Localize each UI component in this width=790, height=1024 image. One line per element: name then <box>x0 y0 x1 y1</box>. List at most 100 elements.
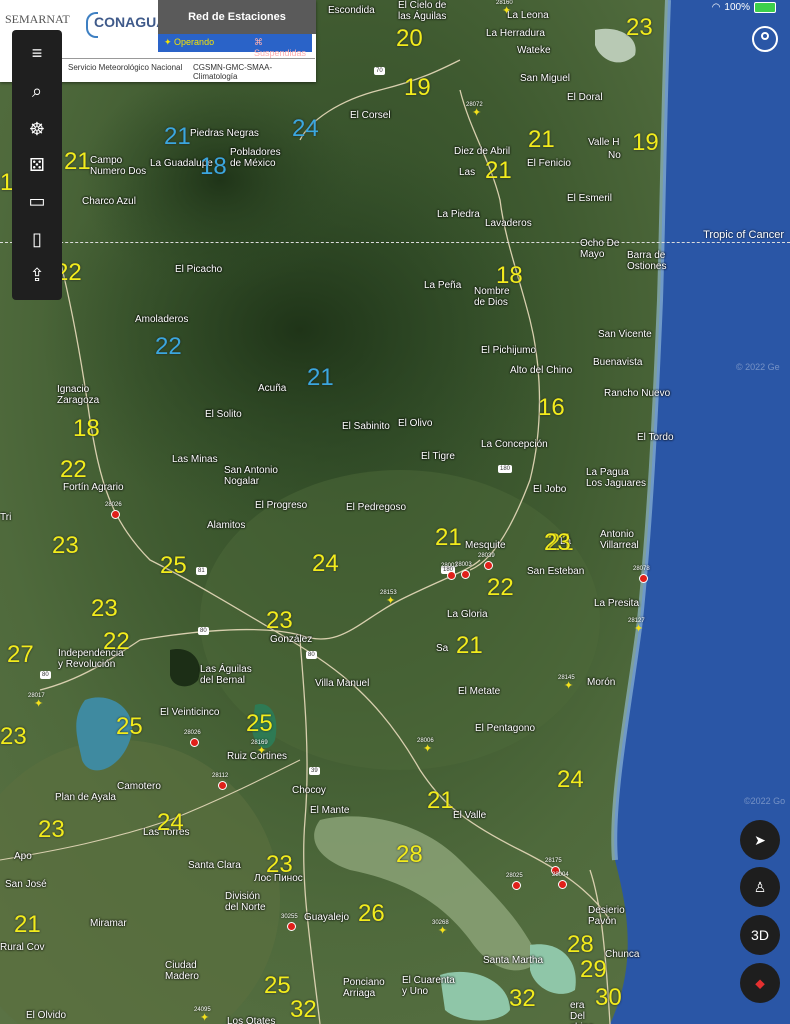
pegman-button[interactable]: ♙ <box>740 867 780 907</box>
temperature-label[interactable]: 21 <box>485 159 512 183</box>
suspended-station-marker[interactable] <box>111 510 120 519</box>
temperature-label[interactable]: 21 <box>427 789 454 813</box>
suspended-station-marker[interactable] <box>639 574 648 583</box>
temperature-label[interactable]: 25 <box>246 712 273 736</box>
temperature-label[interactable]: 21 <box>164 125 191 149</box>
place-label: Alto del Chino <box>510 365 573 376</box>
place-label: El Pedregoso <box>346 502 407 513</box>
place-label: El Picacho <box>175 264 223 275</box>
temperature-label[interactable]: 24 <box>157 811 184 835</box>
search-icon[interactable]: ⌕ <box>24 78 50 104</box>
place-label: No <box>608 150 621 161</box>
operating-station-marker[interactable]: ✦ <box>472 108 481 119</box>
temperature-label[interactable]: 29 <box>580 958 607 982</box>
temperature-label[interactable]: 22 <box>155 335 182 359</box>
temperature-label[interactable]: 22 <box>487 576 514 600</box>
screenshot-icon[interactable]: ▯ <box>24 226 50 252</box>
highway-shield: 39 <box>309 767 320 775</box>
temperature-label[interactable]: 19 <box>404 76 431 100</box>
place-label: Camotero <box>117 781 161 792</box>
place-label: El Progreso <box>255 500 308 511</box>
temperature-label[interactable]: 19 <box>632 131 659 155</box>
suspended-station-marker[interactable] <box>512 881 521 890</box>
suspended-station-marker[interactable] <box>287 922 296 931</box>
operating-station-marker[interactable]: ✦ <box>634 624 643 635</box>
temperature-label[interactable]: 28 <box>567 933 594 957</box>
temperature-label[interactable]: 21 <box>64 150 91 174</box>
place-label: Mesquite <box>465 540 506 551</box>
compass-button[interactable]: ⬥ <box>740 963 780 1003</box>
temperature-label[interactable]: 21 <box>435 526 462 550</box>
place-label: Piedras Negras <box>190 128 259 139</box>
place-label: La Leona <box>507 10 549 21</box>
place-label: El Jobo <box>533 484 567 495</box>
temperature-label[interactable]: 30 <box>595 986 622 1010</box>
temperature-label[interactable]: 23 <box>52 534 79 558</box>
temperature-label[interactable]: 23 <box>626 16 653 40</box>
operating-station-marker[interactable]: ✦ <box>257 746 266 757</box>
location-button[interactable]: ➤ <box>740 820 780 860</box>
temperature-label[interactable]: 20 <box>396 27 423 51</box>
temperature-label[interactable]: 23 <box>91 597 118 621</box>
suspended-station-marker[interactable] <box>461 570 470 579</box>
place-label: Wateke <box>517 45 551 56</box>
temperature-label[interactable]: 23 <box>266 609 293 633</box>
temperature-label[interactable]: 18 <box>200 155 227 179</box>
temperature-label[interactable]: 25 <box>264 974 291 998</box>
highway-shield: 70 <box>374 67 385 75</box>
suspended-station-marker[interactable] <box>484 561 493 570</box>
operating-station-marker[interactable]: ✦ <box>564 681 573 692</box>
operating-station-marker[interactable]: ✦ <box>423 744 432 755</box>
three-d-button[interactable]: 3D <box>740 915 780 955</box>
temperature-label[interactable]: 23 <box>38 818 65 842</box>
temperature-label[interactable]: 23 <box>544 531 571 555</box>
temperature-label[interactable]: 24 <box>292 117 319 141</box>
account-icon[interactable] <box>752 26 778 52</box>
temperature-label[interactable]: 21 <box>528 128 555 152</box>
menu-icon[interactable]: ≡ <box>24 40 50 66</box>
suspended-station-marker[interactable] <box>190 738 199 747</box>
temperature-label[interactable]: 24 <box>312 552 339 576</box>
temperature-label[interactable]: 32 <box>509 987 536 1011</box>
place-label: Ponciano Arriaga <box>343 977 385 999</box>
suspended-station-marker[interactable] <box>558 880 567 889</box>
temperature-label[interactable]: 18 <box>73 417 100 441</box>
operating-station-marker[interactable]: ✦ <box>502 6 511 17</box>
temperature-label[interactable]: 27 <box>7 643 34 667</box>
temperature-label[interactable]: 25 <box>160 554 187 578</box>
operating-station-marker[interactable]: ✦ <box>34 699 43 710</box>
voyager-icon[interactable]: ☸ <box>24 116 50 142</box>
operating-station-marker[interactable]: ✦ <box>200 1013 209 1024</box>
highway-shield: 80 <box>198 627 209 635</box>
temperature-label[interactable]: 32 <box>290 998 317 1022</box>
ruler-icon[interactable]: ▭ <box>24 188 50 214</box>
temperature-label[interactable]: 23 <box>0 725 27 749</box>
dice-icon[interactable]: ⚄ <box>24 152 50 178</box>
legend-subtitle-left: Servicio Meteorológico Nacional <box>68 63 183 72</box>
operating-station-marker[interactable]: ✦ <box>438 926 447 937</box>
place-label: La Herradura <box>486 28 545 39</box>
temperature-label[interactable]: 23 <box>266 853 293 877</box>
temperature-label[interactable]: 22 <box>103 630 130 654</box>
temperature-label[interactable]: 25 <box>116 715 143 739</box>
temperature-label[interactable]: 21 <box>14 913 41 937</box>
temperature-label[interactable]: 22 <box>60 458 87 482</box>
operating-station-marker[interactable]: ✦ <box>386 596 395 607</box>
place-label: El Pentagono <box>475 723 536 734</box>
suspended-station-marker[interactable] <box>447 571 456 580</box>
temperature-label[interactable]: 21 <box>456 634 483 658</box>
place-label: Antonio Villarreal <box>600 529 639 551</box>
temperature-label[interactable]: 16 <box>538 396 565 420</box>
temperature-label[interactable]: 26 <box>358 902 385 926</box>
place-label: La Pagua Los Jaguares <box>586 467 647 489</box>
temperature-label[interactable]: 28 <box>396 843 423 867</box>
pegman-icon: ♙ <box>753 879 767 895</box>
suspended-station-marker[interactable] <box>218 781 227 790</box>
share-icon[interactable]: ⇪ <box>24 262 50 288</box>
temperature-label[interactable]: 24 <box>557 768 584 792</box>
place-label: Amoladeros <box>135 314 189 325</box>
temperature-label[interactable]: 18 <box>496 264 523 288</box>
temperature-label[interactable]: 21 <box>307 366 334 390</box>
map-view[interactable]: Tropic of Cancer Escondida El Cielo de la… <box>0 0 790 1024</box>
place-label: Ocho De Mayo <box>580 238 620 260</box>
